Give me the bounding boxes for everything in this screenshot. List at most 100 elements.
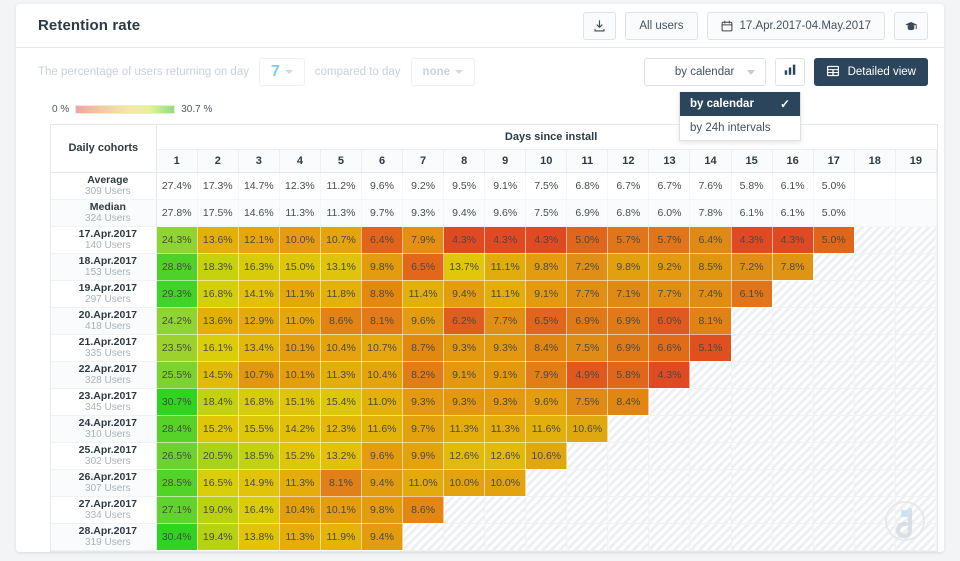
retention-value-cell: 10.7% [238,361,279,388]
table-row: Median324 Users27.8%17.5%14.6%11.3%11.3%… [51,199,937,226]
chart-view-button[interactable] [775,58,805,86]
retention-value-cell: 10.4% [320,334,361,361]
retention-value-cell: 8.5% [690,253,731,280]
retention-value-cell [731,442,772,469]
retention-value-cell: 6.9% [608,334,649,361]
day-column-header: 15 [731,149,772,172]
filter-prefix-text: The percentage of users returning on day [38,66,249,78]
retention-value-cell: 14.2% [279,415,320,442]
retention-value-cell: 5.8% [608,361,649,388]
retention-value-cell: 11.6% [526,415,567,442]
retention-value-cell [813,496,854,523]
retention-value-cell [731,307,772,334]
table-head-row-days: 12345678910111213141516171819 [51,149,937,172]
retention-value-cell [813,469,854,496]
retention-value-cell: 6.9% [567,307,608,334]
retention-value-cell: 16.5% [197,469,238,496]
retention-value-cell: 9.3% [403,199,444,226]
day-column-header: 6 [361,149,402,172]
retention-value-cell: 10.4% [361,361,402,388]
retention-value-cell: 16.8% [197,280,238,307]
retention-value-cell: 11.4% [403,280,444,307]
retention-value-cell: 8.8% [361,280,402,307]
retention-value-cell: 27.8% [156,199,197,226]
retention-value-cell: 24.3% [156,226,197,253]
detailed-view-button[interactable]: Detailed view [814,58,928,86]
view-controls: by calendar Detailed view [644,58,928,86]
retention-value-cell: 14.5% [197,361,238,388]
retention-value-cell: 11.3% [320,361,361,388]
retention-value-cell: 25.5% [156,361,197,388]
retention-value-cell [895,388,936,415]
retention-value-cell: 4.3% [649,361,690,388]
retention-value-cell [854,226,895,253]
table-icon [826,65,840,80]
retention-value-cell: 13.8% [238,523,279,550]
brand-watermark-logo [884,500,926,542]
retention-value-cell: 12.3% [279,172,320,199]
retention-value-cell: 5.8% [731,172,772,199]
retention-value-cell: 7.8% [690,199,731,226]
retention-value-cell [772,280,813,307]
retention-value-cell: 9.6% [526,388,567,415]
retention-value-cell: 9.4% [361,469,402,496]
return-day-select[interactable]: 7 [259,58,305,86]
retention-value-cell: 10.6% [526,442,567,469]
retention-value-cell: 9.2% [403,172,444,199]
retention-value-cell [813,334,854,361]
day-column-header: 13 [649,149,690,172]
table-row: 17.Apr.2017140 Users24.3%13.6%12.1%10.0%… [51,226,937,253]
retention-value-cell [813,361,854,388]
retention-value-cell: 10.0% [485,469,526,496]
retention-value-cell [526,523,567,550]
chevron-down-icon [285,70,293,74]
table-row: 24.Apr.2017310 Users28.4%15.2%15.5%14.2%… [51,415,937,442]
dropdown-option-label: by 24h intervals [690,122,771,134]
help-button[interactable] [894,12,928,40]
retention-value-cell: 10.1% [279,361,320,388]
day-column-header: 16 [772,149,813,172]
retention-value-cell: 10.1% [320,496,361,523]
retention-value-cell: 11.3% [279,469,320,496]
cohort-name: 17.Apr.2017 [60,228,156,240]
retention-value-cell [526,469,567,496]
download-button[interactable] [583,12,616,40]
dropdown-option-by-calendar[interactable]: by calendar ✓ [680,92,800,116]
cohort-name: 26.Apr.2017 [60,471,156,483]
retention-value-cell [567,523,608,550]
grouping-select-value: by calendar [675,66,734,78]
retention-value-cell [772,361,813,388]
retention-value-cell [690,496,731,523]
retention-value-cell: 9.1% [444,361,485,388]
dropdown-option-by-24h-intervals[interactable]: by 24h intervals [680,116,800,140]
retention-value-cell: 7.9% [403,226,444,253]
retention-value-cell: 13.4% [238,334,279,361]
legend-min-label: 0 % [52,104,69,115]
retention-value-cell: 7.2% [567,253,608,280]
retention-value-cell: 11.1% [279,280,320,307]
retention-value-cell [649,496,690,523]
retention-value-cell: 29.3% [156,280,197,307]
retention-value-cell [731,523,772,550]
grouping-select[interactable]: by calendar [644,58,766,86]
segment-selector-button[interactable]: All users [625,12,697,40]
cohort-user-count: 328 Users [60,375,156,387]
retention-value-cell: 4.3% [485,226,526,253]
retention-value-cell: 9.8% [361,253,402,280]
retention-value-cell: 15.0% [279,253,320,280]
date-range-button[interactable]: 17.Apr.2017-04.May.2017 [707,12,886,40]
retention-value-cell: 6.4% [361,226,402,253]
retention-value-cell: 14.1% [238,280,279,307]
retention-value-cell [649,388,690,415]
compare-day-select[interactable]: none [411,58,475,86]
retention-value-cell: 16.8% [238,388,279,415]
retention-value-cell: 10.7% [320,226,361,253]
retention-value-cell: 16.3% [238,253,279,280]
cohort-user-count: 307 Users [60,483,156,495]
cohort-cell: Median324 Users [51,199,156,226]
table-row: 26.Apr.2017307 Users28.5%16.5%14.9%11.3%… [51,469,937,496]
retention-value-cell: 27.1% [156,496,197,523]
card-header: Retention rate All users 17.Apr.2017-04.… [16,4,944,48]
retention-value-cell: 9.3% [403,388,444,415]
retention-value-cell: 8.4% [526,334,567,361]
